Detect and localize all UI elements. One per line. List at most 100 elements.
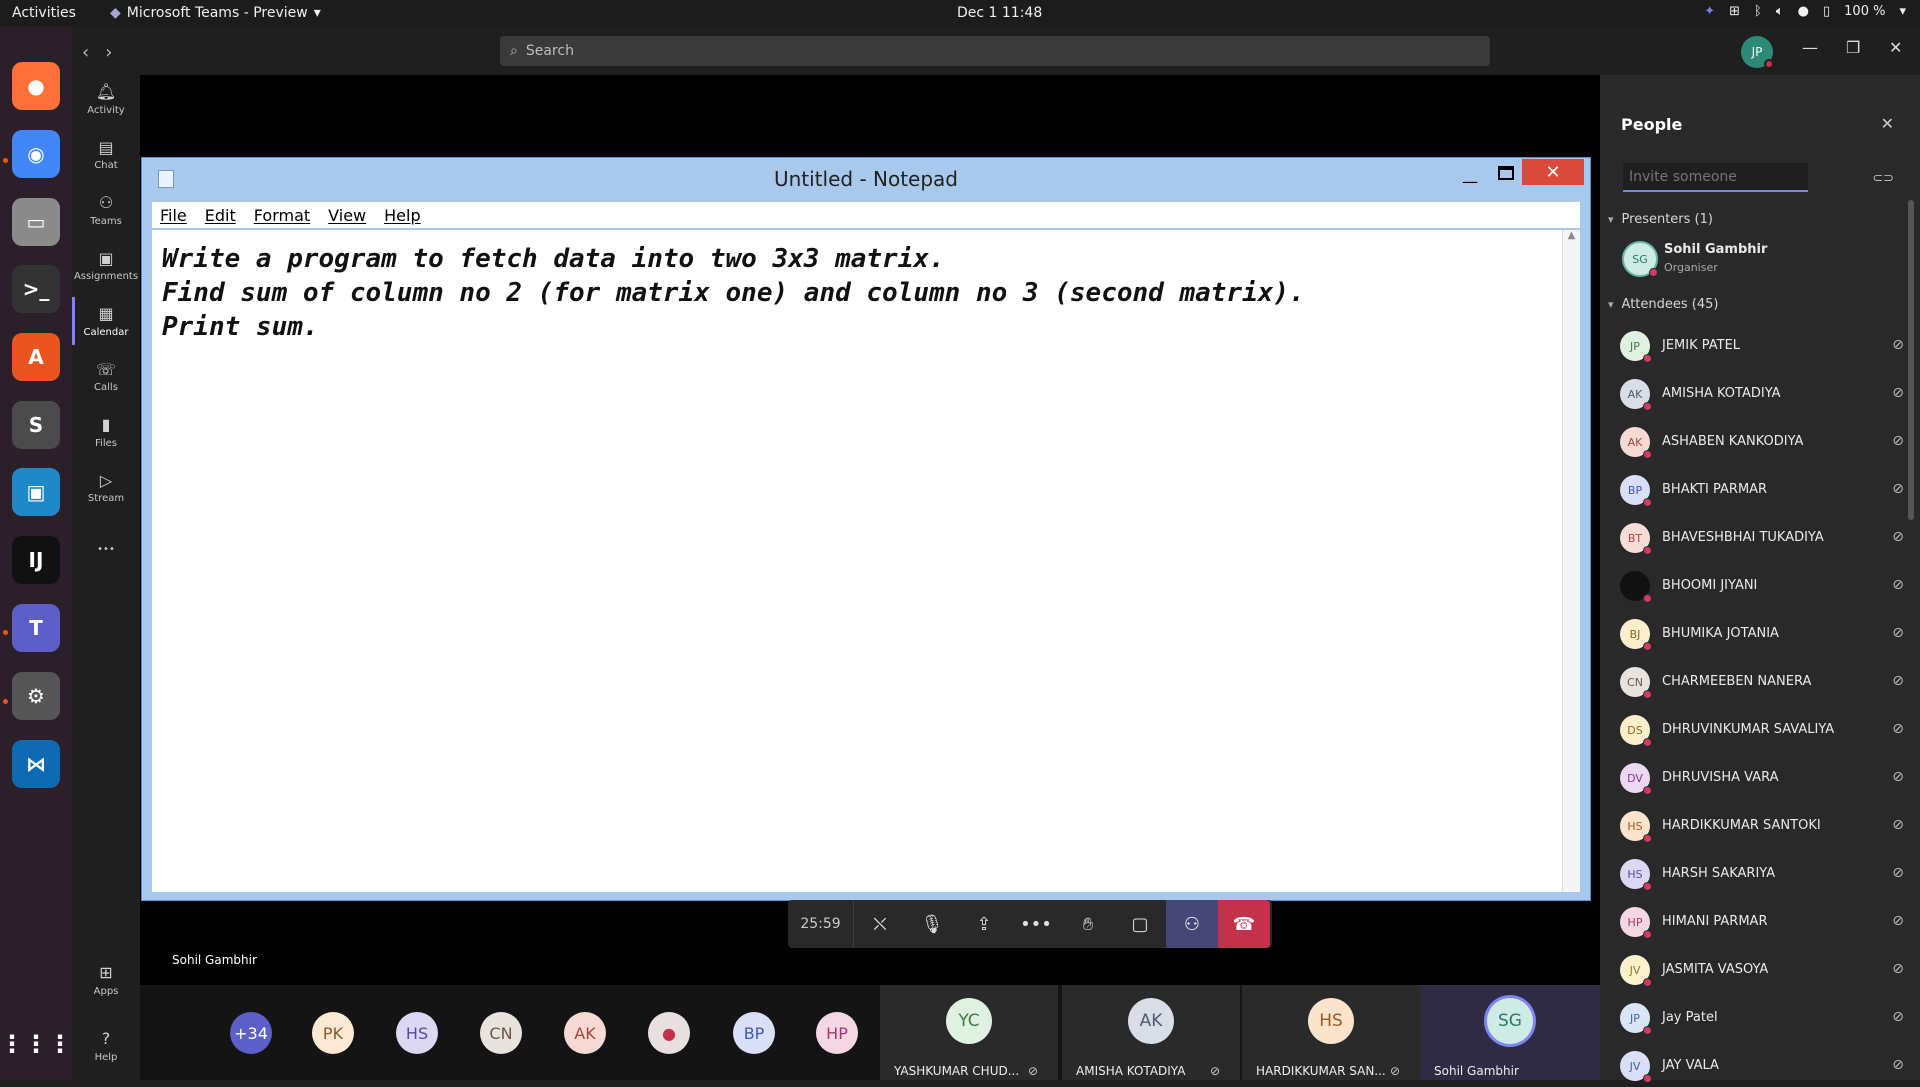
attendee-item[interactable]: BT BHAVESHBHAI TUKADIYA ⊘ <box>1620 519 1910 559</box>
participant-tile[interactable]: AK AMISHA KOTADIYA ⊘ <box>1062 985 1240 1080</box>
back-arrow-icon[interactable]: ‹ <box>82 42 89 63</box>
attendee-name: CHARMEEBEN NANERA <box>1662 674 1812 689</box>
attendee-item[interactable]: JP JEMIK PATEL ⊘ <box>1620 327 1910 367</box>
rail-item-calendar[interactable]: ▦ Calendar <box>72 293 140 349</box>
participants-icon[interactable]: ⚇ <box>1166 900 1218 948</box>
running-indicator <box>3 158 8 163</box>
system-tray[interactable]: ✦ ⊞ ᛒ 🔈︎ ● ▯ 100 % ▾ <box>1704 4 1906 19</box>
presenter-item[interactable]: SG Sohil Gambhir Organiser <box>1620 241 1910 281</box>
attendee-item[interactable]: BHOOMI JIYANI ⊘ <box>1620 567 1910 607</box>
maximize-icon[interactable] <box>1498 166 1514 180</box>
attendee-item[interactable]: JP Jay Patel ⊘ <box>1620 999 1910 1039</box>
files-icon[interactable]: ▭ <box>12 198 60 246</box>
menu-format[interactable]: Format <box>254 206 310 225</box>
share-link-icon[interactable]: ⊂⊃ <box>1872 171 1894 186</box>
avatar-initials: JP <box>1630 1011 1640 1025</box>
settings-icon[interactable]: ⚙ <box>12 672 60 720</box>
participant-bubble[interactable]: CN <box>480 1012 522 1054</box>
participant-photo-avatar[interactable]: ● <box>648 1012 690 1054</box>
app-menu[interactable]: ◆ Microsoft Teams - Preview ▾ <box>110 5 321 21</box>
rail-item-files[interactable]: ▮ Files <box>72 404 140 460</box>
system-top-bar: Activities ◆ Microsoft Teams - Preview ▾… <box>0 0 1920 27</box>
participant-bubble[interactable]: +34 <box>230 1012 272 1054</box>
camera-off-icon[interactable]: ⛌ <box>854 900 906 948</box>
participant-tile[interactable]: SG Sohil Gambhir <box>1420 985 1600 1080</box>
close-window-button[interactable]: ✕ <box>1889 38 1902 57</box>
participant-tile[interactable]: YC YASHKUMAR CHUD... ⊘ <box>880 985 1058 1080</box>
share-screen-icon[interactable]: ⇪ <box>958 900 1010 948</box>
close-panel-icon[interactable]: ✕ <box>1881 114 1894 133</box>
notepad-scrollbar[interactable]: ▲ <box>1562 230 1580 892</box>
chrome-icon[interactable]: ◉ <box>12 130 60 178</box>
mic-off-icon: ⊘ <box>1892 529 1904 545</box>
more-apps-icon[interactable]: ••• <box>72 521 140 577</box>
people-scrollbar[interactable] <box>1908 200 1914 520</box>
file-icon: ▮ <box>101 415 111 434</box>
close-icon[interactable]: ✕ <box>1522 159 1584 185</box>
firefox-icon[interactable]: ● <box>12 62 60 110</box>
clock[interactable]: Dec 1 11:48 <box>957 5 1042 21</box>
menu-view[interactable]: View <box>328 206 366 225</box>
search-bar[interactable]: ⌕ Search <box>500 36 1490 66</box>
minimize-window-button[interactable]: — <box>1802 38 1818 57</box>
presenters-section-header[interactable]: Presenters (1) <box>1608 212 1713 227</box>
intellij-icon[interactable]: IJ <box>12 536 60 584</box>
attendee-item[interactable]: HS HARDIKKUMAR SANTOKI ⊘ <box>1620 807 1910 847</box>
more-actions-icon[interactable]: ••• <box>1010 900 1062 948</box>
attendees-section-header[interactable]: Attendees (45) <box>1608 297 1719 312</box>
attendee-item[interactable]: HP HIMANI PARMAR ⊘ <box>1620 903 1910 943</box>
minimize-icon[interactable]: — <box>1462 172 1478 191</box>
participant-tile[interactable]: HS HARDIKKUMAR SAN... ⊘ <box>1242 985 1420 1080</box>
teams-icon[interactable]: T <box>12 604 60 652</box>
menu-file[interactable]: File <box>160 206 187 225</box>
maximize-window-button[interactable]: ❐ <box>1846 38 1860 57</box>
menu-edit[interactable]: Edit <box>205 206 236 225</box>
attendee-item[interactable]: BP BHAKTI PARMAR ⊘ <box>1620 471 1910 511</box>
notepad-text-area[interactable]: Write a program to fetch data into two 3… <box>152 230 1562 892</box>
avatar: JP <box>1620 331 1652 363</box>
attendee-item[interactable]: BJ BHUMIKA JOTANIA ⊘ <box>1620 615 1910 655</box>
rail-item-stream[interactable]: ▷ Stream <box>72 460 140 516</box>
rail-item-calls[interactable]: ☏ Calls <box>72 349 140 405</box>
rail-item-activity[interactable]: 🔔︎ Activity <box>72 71 140 127</box>
raise-hand-icon[interactable]: ✋︎ <box>1062 900 1114 948</box>
attendee-item[interactable]: JV JAY VALA ⊘ <box>1620 1047 1910 1087</box>
call-timer: 25:59 <box>788 900 854 948</box>
attendee-item[interactable]: AK AMISHA KOTADIYA ⊘ <box>1620 375 1910 415</box>
rail-item-chat[interactable]: ▤ Chat <box>72 127 140 183</box>
invite-input[interactable] <box>1623 163 1808 192</box>
vscode-icon[interactable]: ⋈ <box>12 740 60 788</box>
mic-off-icon[interactable]: 🎙︎ <box>906 900 958 948</box>
participant-bubble[interactable]: HS <box>396 1012 438 1054</box>
chat-icon[interactable]: ▢ <box>1114 900 1166 948</box>
rail-item-apps[interactable]: ⊞ Apps <box>72 952 140 1008</box>
attendee-item[interactable]: JV JASMITA VASOYA ⊘ <box>1620 951 1910 991</box>
menu-help[interactable]: Help <box>384 206 420 225</box>
mic-off-icon: ⊘ <box>1892 433 1904 449</box>
software-icon[interactable]: A <box>12 333 60 381</box>
teams-tray-icon[interactable]: ✦ <box>1704 4 1715 19</box>
attendee-item[interactable]: CN CHARMEEBEN NANERA ⊘ <box>1620 663 1910 703</box>
participant-bubble[interactable]: AK <box>564 1012 606 1054</box>
hang-up-icon[interactable]: ☎︎ <box>1218 900 1270 948</box>
status-dot <box>1643 882 1652 891</box>
participant-bubble[interactable]: BP <box>733 1012 775 1054</box>
attendee-item[interactable]: AK ASHABEN KANKODIYA ⊘ <box>1620 423 1910 463</box>
avatar-initials: HP <box>1627 915 1643 929</box>
attendee-item[interactable]: HS HARSH SAKARIYA ⊘ <box>1620 855 1910 895</box>
rail-item-assignments[interactable]: ▣ Assignments <box>72 238 140 294</box>
show-apps-icon[interactable]: ⋮⋮⋮ <box>0 1020 72 1068</box>
rail-item-help[interactable]: ? Help <box>72 1018 140 1074</box>
sublime-icon[interactable]: S <box>12 401 60 449</box>
attendee-item[interactable]: DV DHRUVISHA VARA ⊘ <box>1620 759 1910 799</box>
participant-bubble[interactable]: PK <box>312 1012 354 1054</box>
participant-bubble[interactable]: HP <box>816 1012 858 1054</box>
terminal-icon[interactable]: >_ <box>12 265 60 313</box>
attendee-item[interactable]: DS DHRUVINKUMAR SAVALIYA ⊘ <box>1620 711 1910 751</box>
rail-item-teams[interactable]: ⚇ Teams <box>72 182 140 238</box>
forward-arrow-icon[interactable]: › <box>105 42 112 63</box>
user-avatar[interactable]: JP <box>1741 36 1774 69</box>
status-dot <box>1643 546 1652 555</box>
activities-button[interactable]: Activities <box>12 5 76 21</box>
remote-icon[interactable]: ▣ <box>12 468 60 516</box>
